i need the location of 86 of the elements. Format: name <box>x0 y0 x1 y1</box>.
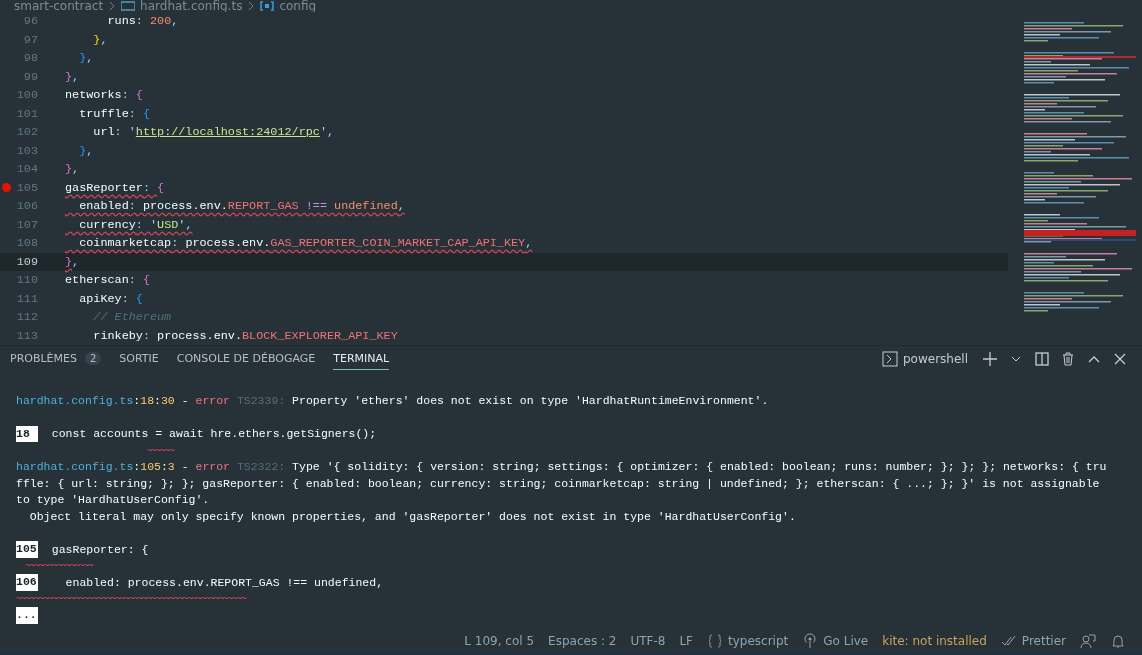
panel-tab[interactable]: CONSOLE DE DÉBOGAGE <box>176 348 316 370</box>
line-number: 105 <box>16 541 38 558</box>
code-line: }, <box>78 143 94 158</box>
trash-button[interactable] <box>1060 351 1076 367</box>
code-line: truffle: { <box>78 106 150 121</box>
terminal-text: enabled: process.env.REPORT_GAS !== undefined, <box>64 575 384 589</box>
panel-tab[interactable]: TERMINAL <box>333 348 390 370</box>
split-button[interactable] <box>1034 351 1050 367</box>
chevron-icon <box>108 1 117 11</box>
code-line: url: 'http://localhost:24012/rpc', <box>92 125 335 140</box>
line-number: 107 <box>15 217 38 232</box>
count-badge: 2 <box>85 352 102 365</box>
terminal-text: gasReporter: { <box>50 542 149 556</box>
terminal-selector[interactable]: powershell <box>882 351 968 367</box>
code-line: apiKey: { <box>78 291 143 306</box>
symbol-icon <box>260 1 275 11</box>
plus-button[interactable] <box>982 351 998 367</box>
terminal-text: Object literal may only specify known properties, and 'gasReporter' does not exist in type 'HardhatUserConfig'. <box>28 509 796 523</box>
close-button[interactable] <box>1112 351 1128 367</box>
status-item[interactable]: LF <box>679 634 693 648</box>
panel-tab[interactable]: PROBLÈMES 2 <box>10 348 102 370</box>
status-item[interactable]: L 109, col 5 <box>464 634 535 648</box>
code-line: networks: { <box>65 88 143 103</box>
line-number: 101 <box>15 106 38 121</box>
line-number: 18 <box>16 425 38 442</box>
notifications-button[interactable] <box>1110 633 1126 649</box>
line-number: 109 <box>15 254 38 269</box>
line-number: 106 <box>15 199 38 214</box>
split-icon <box>1034 351 1050 367</box>
plus-icon <box>982 351 998 367</box>
bell-icon <box>1110 633 1126 649</box>
status-item[interactable]: UTF-8 <box>630 634 666 648</box>
line-number: 108 <box>15 236 38 251</box>
line-number: 97 <box>22 32 38 47</box>
terminal-text: to type 'HardhatUserConfig'. <box>16 493 210 507</box>
breadcrumb-item[interactable]: hardhat.config.ts <box>140 0 243 12</box>
code-line: coinmarketcap: process.env.GAS_REPORTER_COIN_MARKET_CAP_API_KEY, <box>78 236 533 251</box>
line-number: 100 <box>15 88 38 103</box>
error-underline: ~~~~~~ <box>145 444 174 457</box>
status-item[interactable]: kite: not installed <box>882 634 987 648</box>
code-line: }, <box>65 69 80 84</box>
feedback-button[interactable] <box>1080 633 1096 649</box>
code-line: }, <box>65 254 80 269</box>
code-line: }, <box>78 51 94 66</box>
breadcrumb-item[interactable]: config <box>279 0 317 12</box>
line-number: 105 <box>15 180 38 195</box>
line-number: 103 <box>15 143 38 158</box>
line-number: 111 <box>15 291 38 306</box>
line-number: 104 <box>15 162 38 177</box>
chevron-icon <box>247 1 256 11</box>
line-number: 96 <box>22 14 38 29</box>
line-number: 112 <box>15 310 38 325</box>
status-item[interactable]: typescript <box>707 633 789 649</box>
line-number: 99 <box>22 69 38 84</box>
close-icon <box>1112 351 1128 367</box>
line-number: 110 <box>15 273 38 288</box>
status-item[interactable]: Espaces : 2 <box>548 634 617 648</box>
code-line: gasReporter: { <box>65 180 165 195</box>
terminal-text: hardhat.config.ts:105:3 - error TS2322: Type '{ solidity: { version: string; settings: { optimizer: { enabled: boolean; runs: number; }; }; }; networks: { tru <box>16 460 1107 474</box>
breadcrumb-item[interactable]: smart-contract <box>14 0 104 12</box>
code-line: etherscan: { <box>65 273 150 288</box>
line-number: 106 <box>16 574 38 591</box>
terminal-text: ffle: { url: string; }; }; gasReporter: { enabled: boolean; currency: string; coinmarketcap: string | undefined; }; etherscan: { ...; }; }' is not assignable <box>16 476 1100 490</box>
error-underline: ~~~~~~~~~~~~~~~ <box>24 560 93 573</box>
code-line: currency: 'USD', <box>78 217 193 232</box>
broadcast-icon <box>802 633 819 649</box>
line-number: 113 <box>15 328 38 343</box>
code-line: rinkeby: process.env.BLOCK_EXPLORER_API_KEY <box>92 328 398 343</box>
code-line: // Ethereum <box>92 310 172 325</box>
line-number: 102 <box>15 125 38 140</box>
trash-icon <box>1060 351 1076 367</box>
error-underline: ~~~~~~~~~~~~~~~~~~~~~~~~~~~~~~~~~~~~~~~~~~~~~~~~~~~ <box>16 593 246 606</box>
terminal-icon <box>882 351 898 367</box>
code-line: runs: 200, <box>106 14 179 29</box>
status-item[interactable]: Prettier <box>1000 633 1066 649</box>
line-number: 98 <box>22 51 38 66</box>
terminal-text: hardhat.config.ts:18:30 - error TS2339: Property 'ethers' does not exist on type 'HardhatRuntimeEnvironment'. <box>16 394 769 408</box>
line-number: ... <box>16 607 38 624</box>
braces-icon <box>707 633 723 649</box>
code-line: enabled: process.env.REPORT_GAS !== undefined, <box>78 199 405 214</box>
panel-tab[interactable]: SORTIE <box>119 348 159 370</box>
code-line: }, <box>65 162 80 177</box>
code-line: }, <box>92 32 108 47</box>
terminal-text: const accounts = await hre.ethers.getSigners(); <box>50 427 377 441</box>
status-item[interactable]: Go Live <box>802 633 869 649</box>
person-feedback-icon <box>1080 633 1096 649</box>
